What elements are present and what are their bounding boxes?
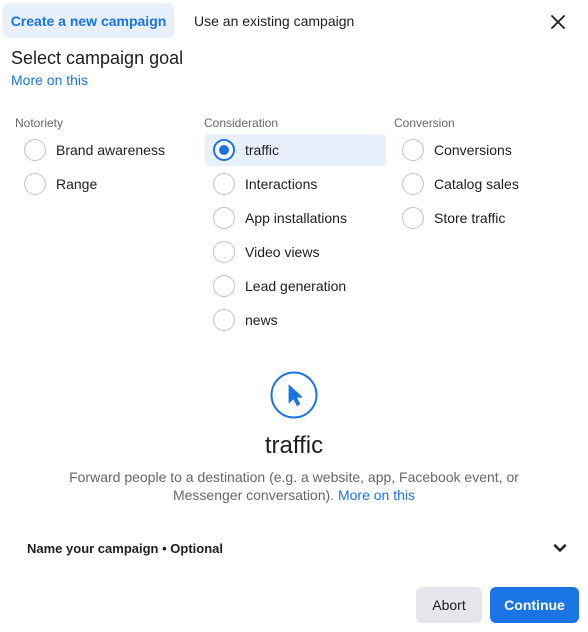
column-heading-conversion: Conversion [394, 116, 455, 130]
option-label: Catalog sales [434, 176, 519, 192]
radio-button[interactable] [213, 241, 235, 263]
radio-selected-dot [219, 145, 229, 155]
goal-description: Forward people to a destination (e.g. a … [44, 468, 544, 504]
close-icon [551, 15, 565, 29]
goal-more-link[interactable]: More on this [338, 487, 415, 503]
option-catalog-sales[interactable]: Catalog sales [394, 168, 574, 200]
option-label: traffic [245, 142, 279, 158]
radio-button[interactable] [213, 309, 235, 331]
more-on-this-link[interactable]: More on this [11, 72, 88, 88]
goal-description-text: Forward people to a destination (e.g. a … [69, 469, 519, 503]
option-label: Conversions [434, 142, 512, 158]
option-range[interactable]: Range [16, 168, 186, 200]
option-video-views[interactable]: Video views [205, 236, 386, 268]
radio-button[interactable] [213, 275, 235, 297]
option-news[interactable]: news [205, 304, 386, 336]
option-brand-awareness[interactable]: Brand awareness [16, 134, 186, 166]
radio-button-selected[interactable] [213, 139, 235, 161]
name-campaign-label: Name your campaign • Optional [27, 540, 223, 556]
tab-create-new-campaign[interactable]: Create a new campaign [3, 3, 174, 38]
column-heading-consideration: Consideration [204, 116, 279, 130]
radio-button[interactable] [213, 173, 235, 195]
chevron-down-icon[interactable] [553, 543, 567, 553]
option-label: Interactions [245, 176, 318, 192]
option-store-traffic[interactable]: Store traffic [394, 202, 574, 234]
name-campaign-section[interactable]: Name your campaign • Optional [27, 536, 567, 560]
radio-button[interactable] [213, 207, 235, 229]
cursor-pointer-icon [270, 371, 318, 419]
option-label: App installations [245, 210, 347, 226]
abort-button[interactable]: Abort [416, 587, 482, 623]
option-label: Video views [245, 244, 320, 260]
option-traffic[interactable]: traffic [205, 134, 386, 166]
option-app-installations[interactable]: App installations [205, 202, 386, 234]
page-title: Select campaign goal [11, 48, 184, 68]
option-label: Store traffic [434, 210, 506, 226]
option-label: Brand awareness [56, 142, 165, 158]
option-interactions[interactable]: Interactions [205, 168, 386, 200]
close-button[interactable] [546, 10, 570, 34]
radio-button[interactable] [402, 173, 424, 195]
continue-button[interactable]: Continue [490, 587, 579, 623]
option-label: Lead generation [245, 278, 347, 294]
radio-button[interactable] [24, 139, 46, 161]
column-heading-notoriety: Notoriety [15, 116, 64, 130]
option-lead-generation[interactable]: Lead generation [205, 270, 386, 302]
option-label: news [245, 312, 278, 328]
radio-button[interactable] [24, 173, 46, 195]
option-conversions[interactable]: Conversions [394, 134, 574, 166]
radio-button[interactable] [402, 139, 424, 161]
goal-title: traffic [264, 432, 324, 459]
option-label: Range [56, 176, 98, 192]
tab-use-existing-campaign[interactable]: Use an existing campaign [184, 3, 364, 38]
radio-button[interactable] [402, 207, 424, 229]
